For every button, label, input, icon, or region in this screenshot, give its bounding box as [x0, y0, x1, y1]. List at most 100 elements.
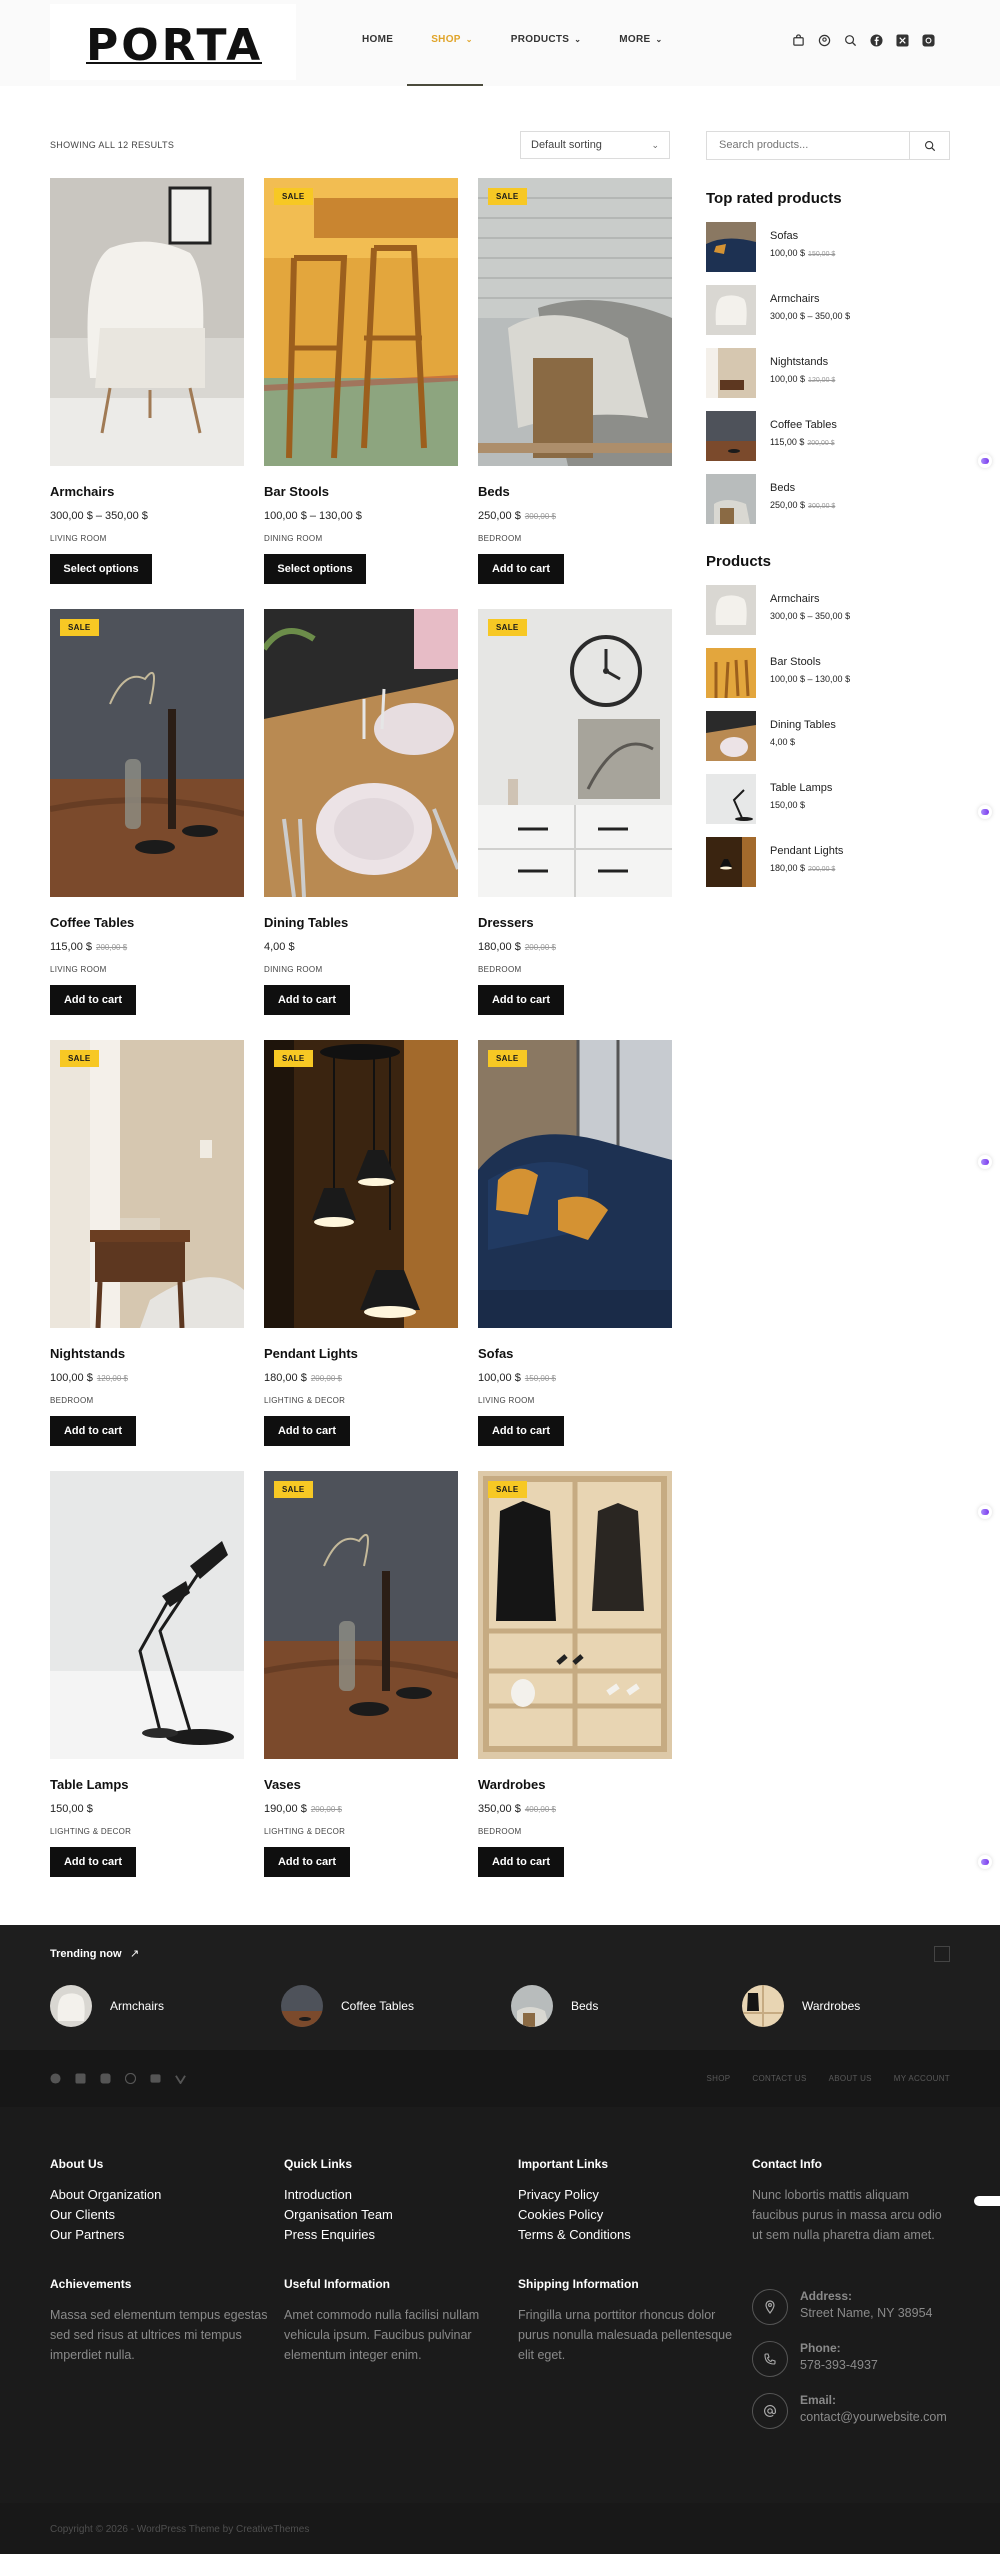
product-name[interactable]: Armchairs [770, 293, 820, 305]
product-category[interactable]: DINING ROOM [264, 965, 322, 974]
footer-link[interactable]: Our Partners [50, 2225, 270, 2245]
product-image[interactable]: SALE [478, 178, 672, 466]
pinterest-icon[interactable] [125, 2073, 136, 2084]
select-options-button[interactable]: Select options [50, 554, 152, 584]
nav-products[interactable]: PRODUCTS ⌄ [511, 34, 582, 45]
product-name[interactable]: Table Lamps [770, 782, 832, 794]
product-name[interactable]: Coffee Tables [50, 915, 134, 930]
top-rated-item[interactable]: Nightstands 100,00 $120,00 $ [706, 348, 950, 398]
product-name[interactable]: Nightstands [770, 356, 828, 368]
product-thumbnail[interactable] [706, 585, 756, 635]
footer-link-contact[interactable]: CONTACT US [752, 2074, 806, 2083]
trending-item[interactable]: Armchairs [50, 1985, 164, 2027]
product-name[interactable]: Wardrobes [478, 1777, 545, 1792]
footer-link-account[interactable]: MY ACCOUNT [894, 2074, 950, 2083]
add-to-cart-button[interactable]: Add to cart [50, 1847, 136, 1877]
footer-link[interactable]: Introduction [284, 2185, 504, 2205]
floating-chat-icon[interactable] [978, 454, 992, 468]
product-image[interactable]: SALE [50, 609, 244, 897]
product-thumbnail[interactable] [706, 711, 756, 761]
product-image[interactable] [264, 609, 458, 897]
product-name[interactable]: Coffee Tables [770, 419, 837, 431]
nav-shop[interactable]: SHOP ⌄ [431, 34, 473, 45]
product-category[interactable]: BEDROOM [478, 534, 521, 543]
account-icon[interactable] [818, 34, 831, 47]
product-category[interactable]: LIVING ROOM [50, 965, 107, 974]
product-name[interactable]: Armchairs [770, 593, 820, 605]
products-widget-item[interactable]: Dining Tables 4,00 $ [706, 711, 950, 761]
product-name[interactable]: Vases [264, 1777, 301, 1792]
footer-link[interactable]: Cookies Policy [518, 2205, 738, 2225]
select-options-button[interactable]: Select options [264, 554, 366, 584]
footer-link[interactable]: Press Enquiries [284, 2225, 504, 2245]
product-name[interactable]: Nightstands [50, 1346, 125, 1361]
product-image[interactable]: SALE [50, 1040, 244, 1328]
trending-item[interactable]: Beds [511, 1985, 598, 2027]
x-icon[interactable] [75, 2073, 86, 2084]
product-category[interactable]: LIVING ROOM [50, 534, 107, 543]
top-rated-item[interactable]: Beds 250,00 $300,00 $ [706, 474, 950, 524]
instagram-icon[interactable] [922, 34, 935, 47]
product-category[interactable]: DINING ROOM [264, 534, 322, 543]
floating-chat-icon[interactable] [978, 1505, 992, 1519]
product-thumbnail[interactable] [706, 648, 756, 698]
product-image[interactable] [50, 1471, 244, 1759]
add-to-cart-button[interactable]: Add to cart [478, 1416, 564, 1446]
facebook-icon[interactable] [870, 34, 883, 47]
top-rated-item[interactable]: Armchairs 300,00 $ – 350,00 $ [706, 285, 950, 335]
add-to-cart-button[interactable]: Add to cart [478, 1847, 564, 1877]
product-image[interactable]: SALE [478, 1471, 672, 1759]
product-thumbnail[interactable] [706, 222, 756, 272]
footer-link-shop[interactable]: SHOP [707, 2074, 731, 2083]
product-thumbnail[interactable] [706, 474, 756, 524]
product-thumbnail[interactable] [706, 285, 756, 335]
instagram-icon[interactable] [100, 2073, 111, 2084]
search-input[interactable] [719, 139, 889, 151]
trending-item[interactable]: Coffee Tables [281, 1985, 414, 2027]
top-rated-item[interactable]: Sofas 100,00 $150,00 $ [706, 222, 950, 272]
logo[interactable]: PORTA [50, 4, 296, 80]
product-name[interactable]: Pendant Lights [770, 845, 843, 857]
footer-link[interactable]: Our Clients [50, 2205, 270, 2225]
product-thumbnail[interactable] [706, 411, 756, 461]
product-image[interactable]: SALE [478, 609, 672, 897]
products-widget-item[interactable]: Pendant Lights 180,00 $200,00 $ [706, 837, 950, 887]
floating-chat-icon[interactable] [978, 805, 992, 819]
trending-toggle-button[interactable] [934, 1946, 950, 1962]
product-name[interactable]: Bar Stools [770, 656, 821, 668]
add-to-cart-button[interactable]: Add to cart [478, 985, 564, 1015]
product-category[interactable]: LIVING ROOM [478, 1396, 535, 1405]
contact-value[interactable]: contact@yourwebsite.com [800, 2407, 950, 2427]
youtube-icon[interactable] [150, 2073, 161, 2084]
footer-link-about[interactable]: ABOUT US [829, 2074, 872, 2083]
product-name[interactable]: Dressers [478, 915, 534, 930]
product-category[interactable]: LIGHTING & DECOR [50, 1827, 131, 1836]
product-name[interactable]: Table Lamps [50, 1777, 129, 1792]
search-button[interactable] [909, 132, 949, 159]
products-widget-item[interactable]: Table Lamps 150,00 $ [706, 774, 950, 824]
x-icon[interactable] [896, 34, 909, 47]
products-widget-item[interactable]: Bar Stools 100,00 $ – 130,00 $ [706, 648, 950, 698]
facebook-icon[interactable] [50, 2073, 61, 2084]
product-name[interactable]: Bar Stools [264, 484, 329, 499]
sort-dropdown[interactable]: Default sorting ⌄ [520, 131, 670, 159]
product-category[interactable]: LIGHTING & DECOR [264, 1396, 345, 1405]
top-rated-item[interactable]: Coffee Tables 115,00 $200,00 $ [706, 411, 950, 461]
product-thumbnail[interactable] [706, 348, 756, 398]
product-image[interactable]: SALE [264, 1040, 458, 1328]
product-thumbnail[interactable] [706, 837, 756, 887]
product-name[interactable]: Armchairs [50, 484, 114, 499]
add-to-cart-button[interactable]: Add to cart [478, 554, 564, 584]
product-name[interactable]: Pendant Lights [264, 1346, 358, 1361]
add-to-cart-button[interactable]: Add to cart [264, 985, 350, 1015]
product-thumbnail[interactable] [706, 774, 756, 824]
nav-home[interactable]: HOME [362, 34, 393, 45]
product-image[interactable]: SALE [264, 1471, 458, 1759]
add-to-cart-button[interactable]: Add to cart [264, 1847, 350, 1877]
trending-item[interactable]: Wardrobes [742, 1985, 860, 2027]
footer-link[interactable]: Privacy Policy [518, 2185, 738, 2205]
products-widget-item[interactable]: Armchairs 300,00 $ – 350,00 $ [706, 585, 950, 635]
product-name[interactable]: Beds [770, 482, 795, 494]
search-icon[interactable] [844, 34, 857, 47]
side-tab[interactable] [974, 2196, 1000, 2206]
